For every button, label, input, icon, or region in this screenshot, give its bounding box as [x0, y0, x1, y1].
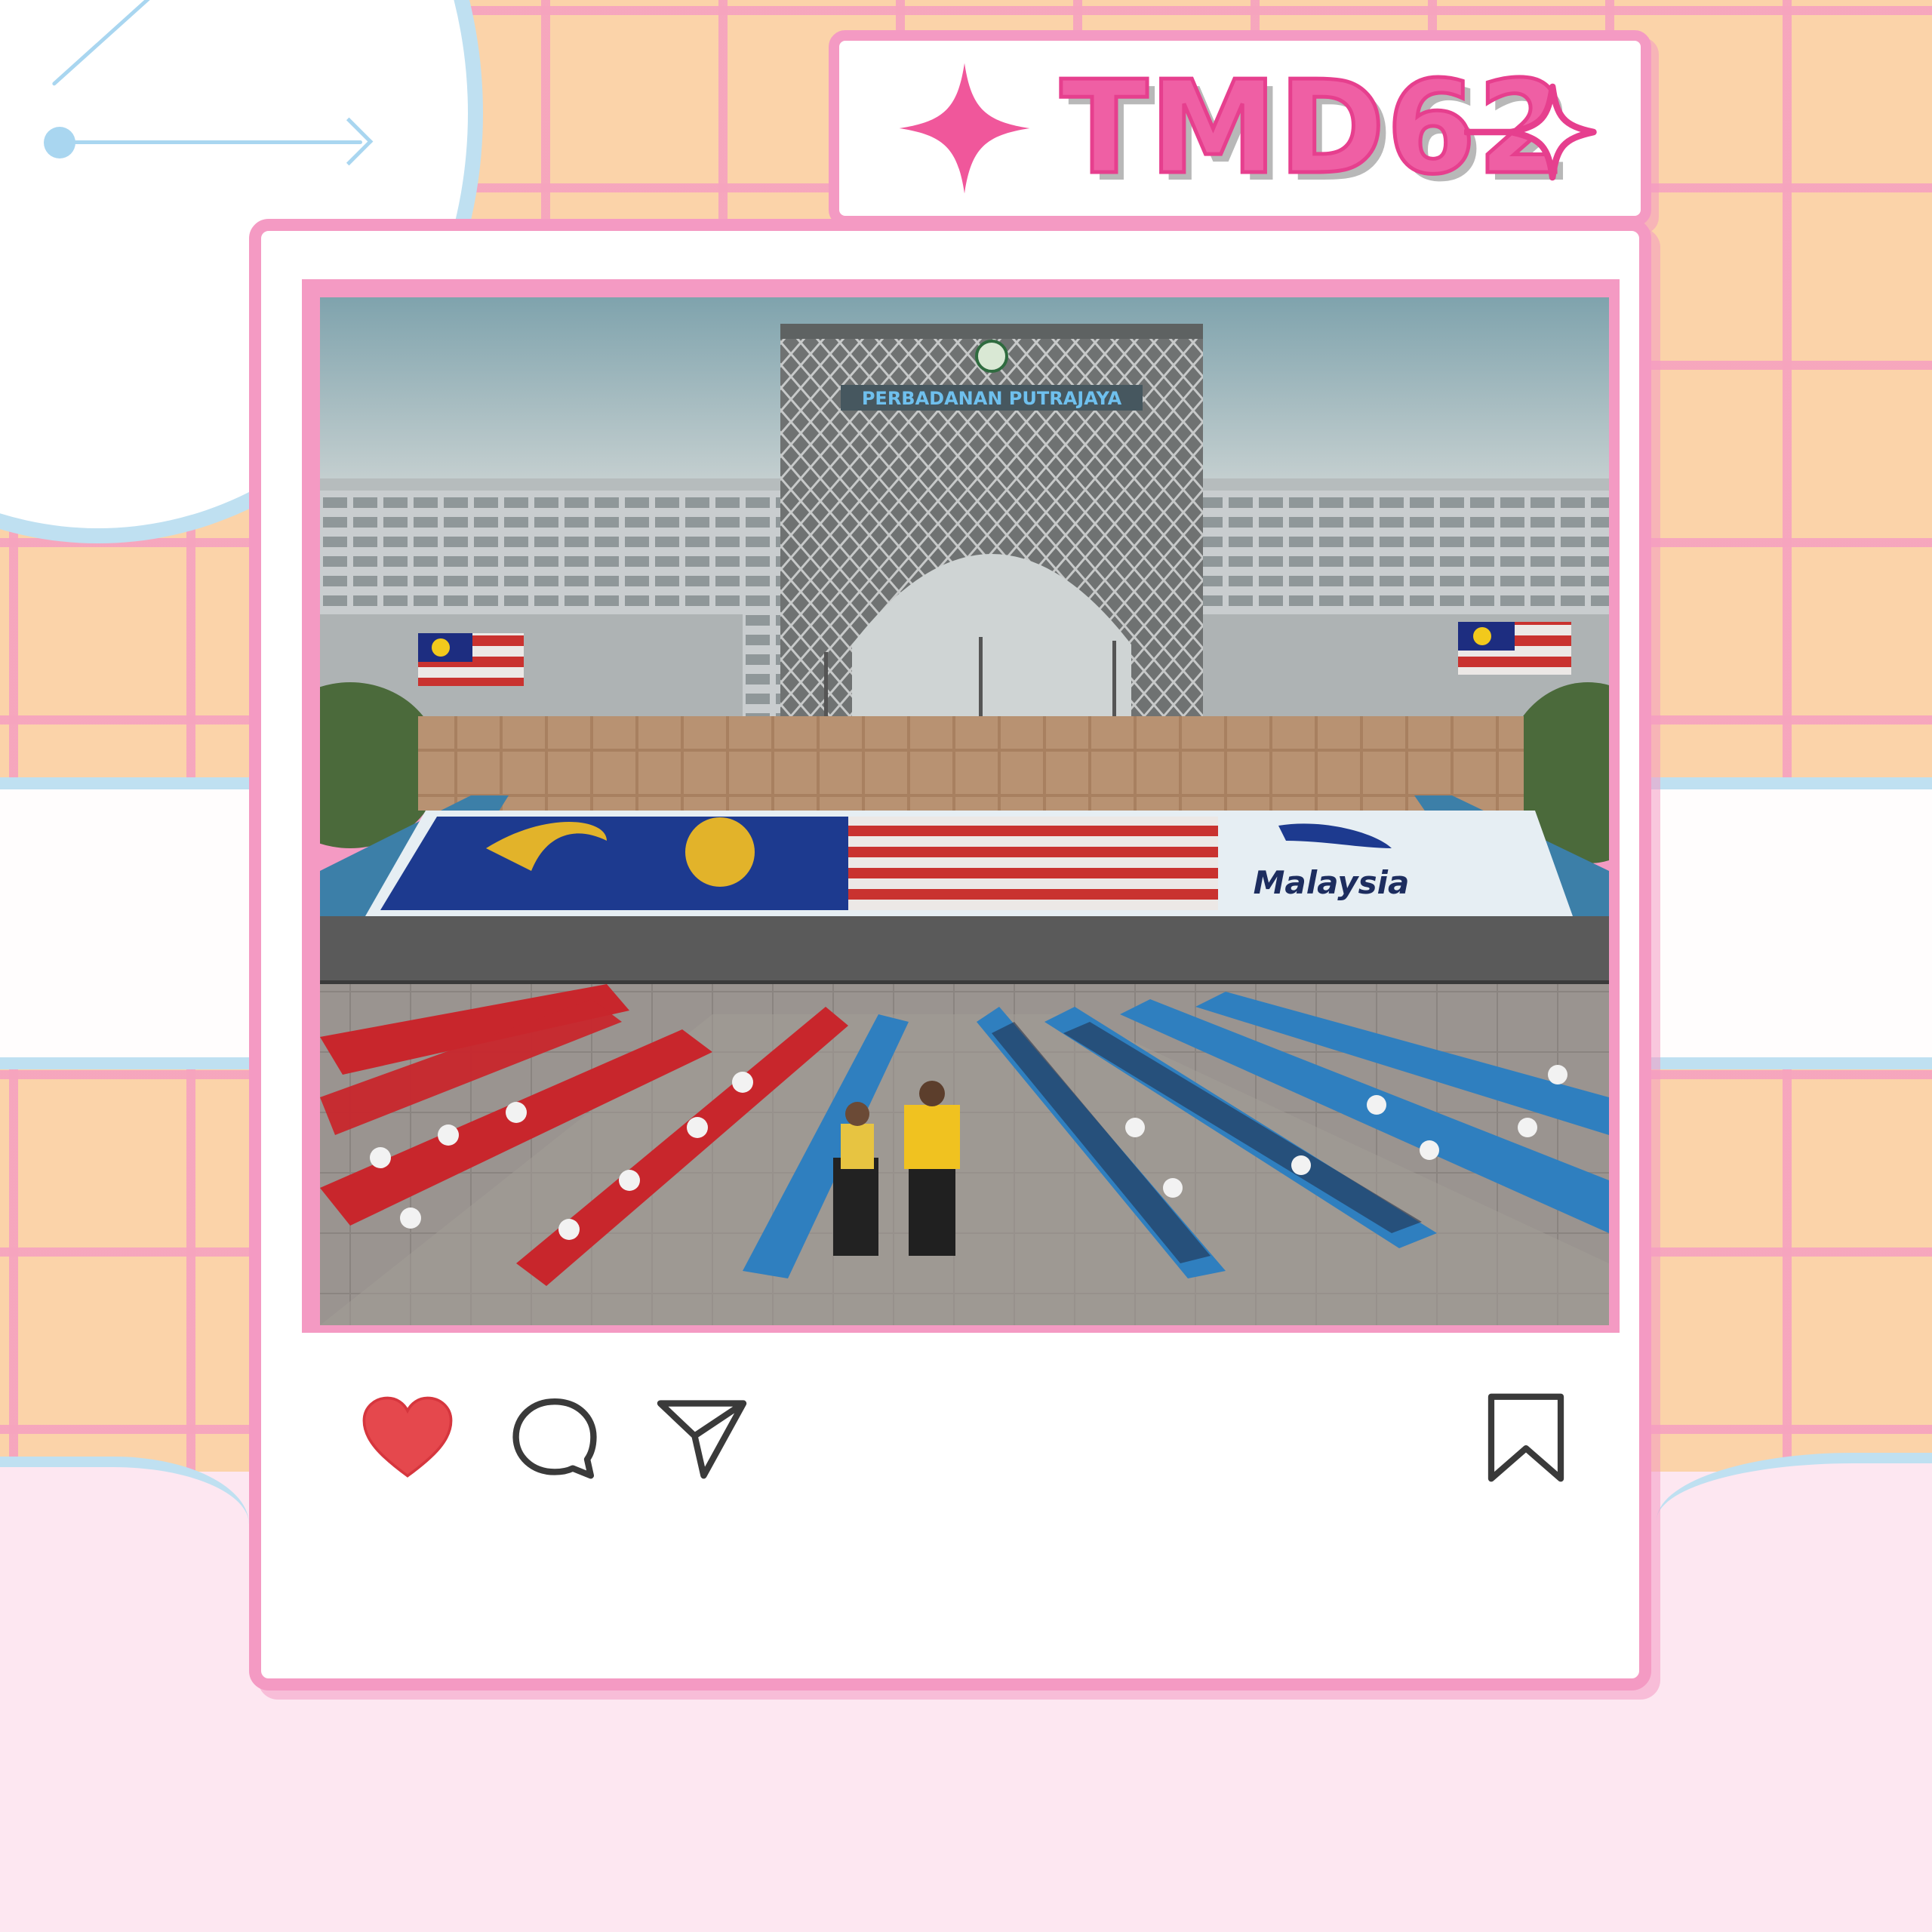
deco-line	[68, 140, 362, 144]
post-photo[interactable]: PERBADANAN PUTRAJAYA Malaysia	[320, 297, 1609, 1325]
banner-text: Malaysia	[1254, 864, 1410, 901]
deco-dot	[44, 127, 75, 158]
comment-icon[interactable]	[509, 1396, 600, 1479]
sparkle-solid-icon	[899, 63, 1030, 194]
heart-icon[interactable]	[362, 1396, 453, 1478]
sparkle-outline-icon	[1464, 83, 1597, 181]
post-title: TMD62	[1059, 52, 1569, 205]
bookmark-icon[interactable]	[1485, 1393, 1567, 1482]
building-sign: PERBADANAN PUTRAJAYA	[862, 388, 1122, 409]
send-icon[interactable]	[657, 1396, 747, 1479]
caption-area	[317, 1502, 1600, 1653]
